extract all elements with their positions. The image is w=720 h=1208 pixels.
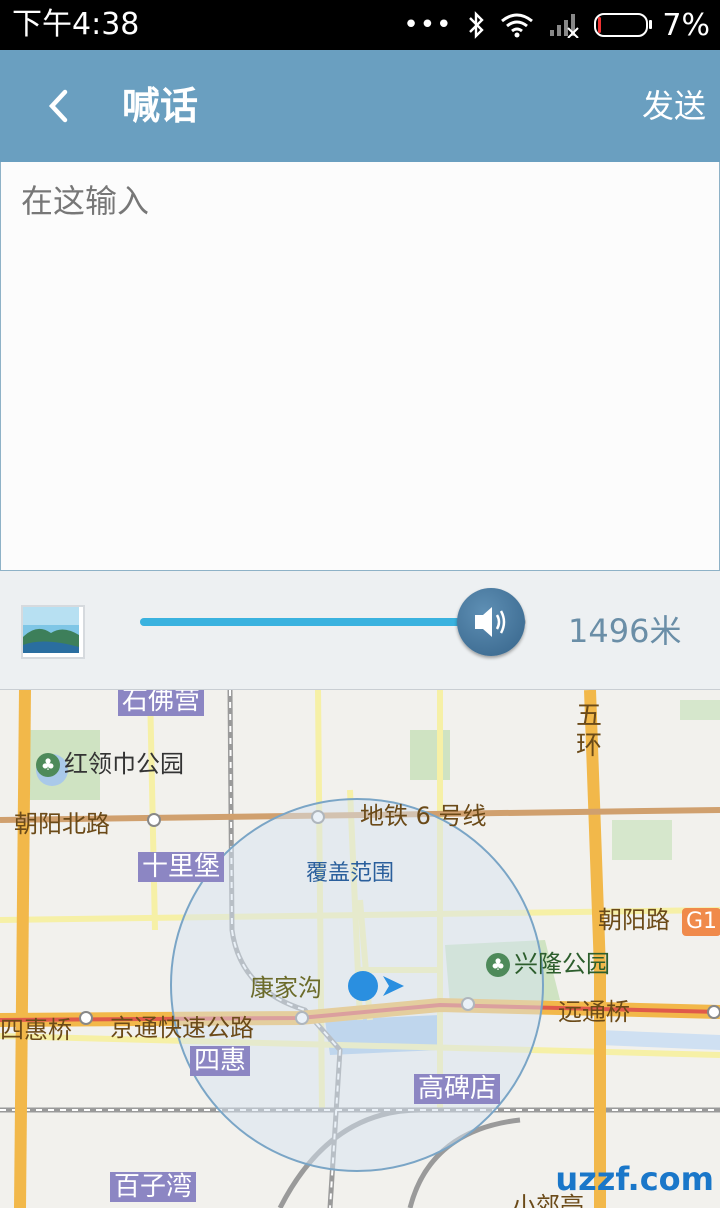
- map-label-yuantong: 远通桥: [558, 998, 630, 1026]
- app-header: 喊话 发送: [0, 50, 720, 162]
- map-poi-xinglong: ♣ 兴隆公园: [486, 950, 610, 978]
- location-dot: [348, 971, 378, 1001]
- slider-thumb[interactable]: [457, 588, 525, 656]
- map-label-sihui-bridge: 四惠桥: [0, 1016, 72, 1044]
- map-poi-honglingjin: ♣ 红领巾公园: [36, 750, 184, 778]
- map-label-fifth-ring-2: 环: [576, 731, 603, 761]
- map-label-coverage: 覆盖范围: [306, 861, 395, 886]
- map-label-fifth-ring-1: 五: [576, 701, 603, 731]
- distance-value: 1496米: [568, 612, 682, 650]
- message-input[interactable]: [1, 162, 719, 570]
- slider-fill: [140, 618, 480, 626]
- map-label-gaobeidian: 高碑店: [414, 1074, 501, 1104]
- speaker-icon: [475, 607, 506, 637]
- wifi-icon: [501, 13, 534, 38]
- map-label-chaoyang-road: 朝阳路: [598, 906, 670, 934]
- map-label-shifo: 石佛营: [118, 690, 205, 716]
- status-bar: 下午4:38 ••• 7%: [0, 0, 720, 50]
- back-button[interactable]: [36, 78, 80, 134]
- signal-icon: [550, 14, 580, 38]
- image-picker-button[interactable]: [21, 605, 85, 659]
- page-title: 喊话: [122, 84, 199, 128]
- map-highway-shield-g1: G1: [682, 908, 720, 936]
- map-label-jingtong: 京通快速公路: [110, 1014, 254, 1042]
- map-label-chaoyang-north: 朝阳北路: [14, 810, 110, 838]
- landscape-image-icon: [23, 607, 79, 653]
- message-input-area: [0, 162, 720, 571]
- battery-icon: [594, 13, 653, 37]
- battery-percent: 7%: [662, 7, 710, 43]
- send-button[interactable]: 发送: [642, 82, 706, 130]
- map-view[interactable]: 石佛营 ♣ 红领巾公园 朝阳北路 地铁 6 号线 十里堡 覆盖范围 朝阳路 G1 …: [0, 690, 720, 1208]
- park-icon: ♣: [486, 953, 510, 977]
- park-icon: ♣: [36, 753, 60, 777]
- map-label-baiziwan: 百子湾: [110, 1172, 197, 1202]
- map-label-subway6: 地铁 6 号线: [360, 802, 487, 830]
- status-icons: ••• 7%: [403, 6, 710, 44]
- control-bar: 1496米: [0, 571, 720, 690]
- map-label-kangjiagou: 康家沟: [250, 974, 322, 1002]
- map-label-shilipu: 十里堡: [138, 852, 225, 882]
- map-label-sihui: 四惠: [190, 1046, 251, 1076]
- notification-dots-icon: •••: [403, 10, 453, 40]
- bluetooth-icon: [469, 11, 485, 39]
- status-time: 下午4:38: [12, 7, 140, 42]
- chevron-left-icon: [48, 89, 68, 123]
- watermark-logo: uzzf.com: [555, 1160, 714, 1198]
